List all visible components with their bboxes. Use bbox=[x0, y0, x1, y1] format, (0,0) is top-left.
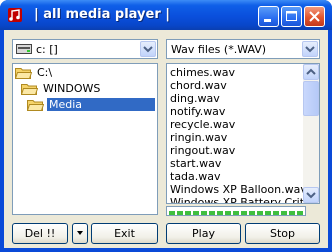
file-item[interactable]: tada.wav bbox=[170, 170, 221, 184]
tree-item-label: C:\ bbox=[37, 66, 53, 79]
client-area: c: [] Wav files (*.WAV) C:\ WINDOWS Medi… bbox=[4, 30, 328, 248]
music-note-icon[interactable] bbox=[7, 7, 23, 23]
tree-item-windows[interactable]: WINDOWS bbox=[21, 81, 155, 97]
scroll-up-button[interactable] bbox=[303, 64, 319, 80]
maximize-icon bbox=[286, 11, 297, 21]
progress-dashes bbox=[169, 211, 303, 215]
file-item[interactable]: Windows XP Balloon.wav bbox=[170, 183, 307, 197]
file-item[interactable]: Windows XP Battery Critica bbox=[170, 196, 319, 203]
file-list[interactable]: chimes.wav chord.wav ding.wav notify.wav… bbox=[166, 63, 320, 204]
file-item[interactable]: chord.wav bbox=[170, 79, 227, 93]
arrow-down-icon bbox=[77, 231, 83, 235]
tree-item-label: Media bbox=[47, 98, 155, 111]
tree-item-label: WINDOWS bbox=[43, 82, 101, 95]
file-item[interactable]: start.wav bbox=[170, 157, 221, 171]
chevron-down-icon bbox=[143, 46, 153, 53]
chevron-up-icon bbox=[306, 68, 316, 75]
close-button[interactable] bbox=[304, 6, 325, 27]
chevron-down-icon bbox=[306, 192, 316, 199]
file-item[interactable]: ding.wav bbox=[170, 92, 220, 106]
open-folder-icon bbox=[15, 68, 32, 79]
stop-button[interactable]: Stop bbox=[245, 223, 320, 244]
delete-options-button[interactable] bbox=[72, 223, 88, 244]
window-title: | all media player | bbox=[34, 7, 171, 22]
drive-select[interactable]: c: [] bbox=[12, 39, 158, 59]
file-item[interactable]: notify.wav bbox=[170, 105, 225, 119]
maximize-button[interactable] bbox=[281, 6, 302, 27]
chevron-down-icon bbox=[305, 46, 315, 53]
tree-item-media[interactable]: Media bbox=[27, 97, 155, 113]
scroll-thumb[interactable] bbox=[303, 81, 319, 116]
file-item[interactable]: ringout.wav bbox=[170, 144, 235, 158]
delete-button[interactable]: Del !! bbox=[12, 223, 68, 244]
scroll-down-button[interactable] bbox=[303, 187, 319, 203]
exit-button[interactable]: Exit bbox=[91, 223, 158, 244]
drive-dropdown-button[interactable] bbox=[140, 41, 156, 57]
file-item[interactable]: chimes.wav bbox=[170, 66, 235, 80]
title-bar[interactable]: | all media player | bbox=[0, 0, 332, 30]
drive-icon bbox=[16, 44, 32, 54]
file-type-select[interactable]: Wav files (*.WAV) bbox=[166, 39, 320, 59]
app-window: | all media player | c: [] Wav files (*.… bbox=[0, 0, 332, 252]
file-item[interactable]: recycle.wav bbox=[170, 118, 235, 132]
open-folder-icon bbox=[21, 84, 38, 95]
file-list-scrollbar[interactable] bbox=[303, 64, 319, 203]
drive-value: c: [] bbox=[36, 43, 58, 56]
folder-tree[interactable]: C:\ WINDOWS Media bbox=[12, 63, 158, 215]
file-type-dropdown-button[interactable] bbox=[302, 41, 318, 57]
minimize-button[interactable] bbox=[258, 6, 279, 27]
file-item[interactable]: ringin.wav bbox=[170, 131, 227, 145]
minimize-icon bbox=[264, 19, 271, 22]
file-type-value: Wav files (*.WAV) bbox=[171, 43, 267, 56]
open-folder-icon bbox=[27, 100, 44, 111]
playback-progress[interactable] bbox=[166, 206, 306, 216]
play-button[interactable]: Play bbox=[166, 223, 241, 244]
close-icon bbox=[309, 11, 320, 22]
tree-item-c-drive[interactable]: C:\ bbox=[15, 65, 155, 81]
